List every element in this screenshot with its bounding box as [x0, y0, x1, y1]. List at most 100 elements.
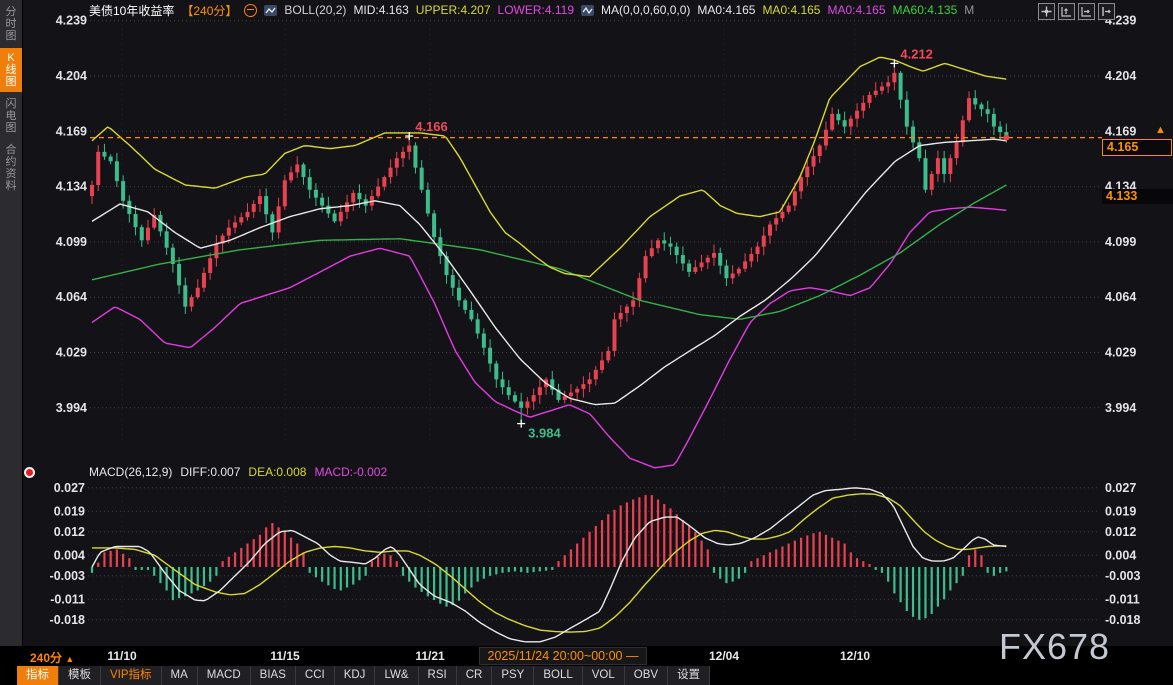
toolbar-tab[interactable]: KDJ — [335, 666, 376, 685]
candle-body — [886, 82, 890, 86]
ma-value: MA0:4.165 — [762, 3, 820, 17]
candle-body — [868, 95, 872, 103]
candle-body — [855, 111, 859, 119]
ma-name: MA(0,0,0,60,0,0) — [601, 3, 690, 17]
candle-body — [575, 389, 579, 393]
macd-y-label-right: -0.011 — [1105, 592, 1140, 606]
toolbar-tab[interactable]: OBV — [625, 666, 668, 685]
macd-y-label-right: -0.018 — [1105, 613, 1140, 627]
toolbar-tab[interactable]: BIAS — [251, 666, 296, 685]
x-axis-period[interactable]: 240分 ▲ — [30, 649, 74, 666]
pan-icon[interactable] — [1038, 3, 1055, 20]
candle-body — [301, 164, 305, 177]
candle-body — [469, 310, 473, 319]
candle-body — [134, 214, 138, 227]
candle-body — [637, 278, 641, 300]
candle-body — [308, 177, 312, 190]
candle-body — [413, 146, 417, 168]
macd-dea-value: DEA:0.008 — [248, 465, 306, 479]
candle-body — [482, 334, 486, 348]
macd-y-label-left: -0.011 — [50, 592, 85, 606]
candle-body — [525, 401, 529, 407]
toolbar-tab[interactable]: BOLL — [534, 666, 582, 685]
candle-body — [917, 142, 921, 158]
boll-indicator-icon[interactable] — [264, 4, 277, 17]
toolbar-tab[interactable]: PSY — [492, 666, 534, 685]
candle-body — [805, 167, 809, 178]
extreme-price-label: 3.984 — [528, 426, 561, 441]
candle-body — [432, 213, 436, 237]
candle-body — [426, 190, 430, 214]
candle-body — [283, 180, 287, 206]
candle-body — [899, 73, 903, 100]
toolbar-tab[interactable]: 设置 — [668, 666, 710, 685]
candle-body — [824, 130, 828, 146]
candle-body — [177, 264, 181, 285]
candle-body — [345, 202, 349, 211]
indicator-toolbar: 指标模板VIP指标MAMACDBIASCCIKDJLW&RSICRPSYBOLL… — [17, 666, 710, 685]
sidebar-tab[interactable]: 合约资料 — [0, 140, 22, 196]
jump-to-latest-icon[interactable]: ▲ — [1155, 124, 1166, 136]
toolbar-tab[interactable]: CCI — [296, 666, 335, 685]
collapse-icon[interactable] — [244, 4, 257, 17]
candle-body — [109, 157, 113, 162]
toolbar-tab[interactable]: VIP指标 — [101, 666, 162, 685]
candle-body — [718, 253, 722, 266]
toolbar-tab[interactable]: RSI — [419, 666, 457, 685]
ma-indicator-icon[interactable] — [581, 4, 594, 17]
candle-body — [277, 206, 281, 232]
candle-body — [830, 114, 834, 130]
up-triangle-icon: ▲ — [65, 654, 74, 664]
candle-body — [90, 185, 94, 196]
y-axis-label-right: 4.204 — [1105, 69, 1136, 83]
sidebar-tab[interactable]: K线图 — [0, 48, 22, 92]
toolbar-tab[interactable]: CR — [457, 666, 493, 685]
price-chart[interactable]: 4.2394.2394.2044.2044.1694.1694.1344.134… — [0, 0, 1173, 685]
candle-body — [451, 275, 455, 288]
toolbar-tab[interactable]: MA — [162, 666, 198, 685]
candle-body — [712, 253, 716, 258]
candle-body — [115, 161, 119, 181]
toolbar-tab[interactable]: 指标 — [17, 666, 59, 685]
candle-body — [407, 146, 411, 152]
candle-body — [768, 225, 772, 236]
y-axis-label-left: 4.169 — [56, 124, 87, 138]
toolbar-tab[interactable]: MACD — [198, 666, 251, 685]
candle-body — [121, 181, 125, 201]
candle-body — [202, 273, 206, 288]
toolbar-tab[interactable]: VOL — [583, 666, 625, 685]
toolbar-tab[interactable]: LW& — [375, 666, 418, 685]
expand-right-icon[interactable] — [1078, 3, 1095, 20]
candle-body — [600, 360, 604, 369]
candle-body — [992, 114, 996, 127]
candle-body — [395, 158, 399, 167]
y-axis-label-left: 4.134 — [56, 180, 87, 194]
y-axis-label-left: 3.994 — [56, 401, 87, 415]
y-axis-label-right: 4.064 — [1105, 290, 1136, 304]
extreme-price-label: 4.166 — [415, 119, 448, 134]
ma-value: MA0:4.165 — [697, 3, 755, 17]
candle-body — [942, 158, 946, 174]
candle-body — [905, 100, 909, 127]
y-axis-label-left: 4.204 — [56, 69, 87, 83]
toolbar-tab[interactable]: 模板 — [59, 666, 101, 685]
candle-body — [700, 262, 704, 267]
macd-y-label-left: 0.012 — [54, 525, 85, 539]
macd-y-label-left: 0.027 — [54, 481, 85, 495]
candle-body — [326, 206, 330, 214]
macd-macd-value: MACD:-0.002 — [314, 465, 387, 479]
candle-body — [190, 297, 194, 306]
candle-body — [774, 218, 778, 224]
period-label[interactable]: 【240分】 — [181, 2, 237, 19]
shift-right-icon[interactable] — [1098, 3, 1115, 20]
sidebar-tab[interactable]: 闪电图 — [0, 94, 22, 138]
y-axis-label-left: 4.064 — [56, 290, 87, 304]
candle-body — [183, 285, 187, 306]
y-axis-label-right: 4.169 — [1105, 124, 1136, 138]
x-axis-strip: 240分 ▲ 11/1011/1511/2112/0412/10 2025/11… — [0, 646, 1173, 666]
sidebar-tab[interactable]: 分时图 — [0, 2, 22, 46]
expand-up-icon[interactable] — [1058, 3, 1075, 20]
alert-icon[interactable] — [24, 467, 35, 478]
macd-y-label-right: -0.003 — [1105, 569, 1140, 583]
candle-body — [488, 348, 492, 364]
